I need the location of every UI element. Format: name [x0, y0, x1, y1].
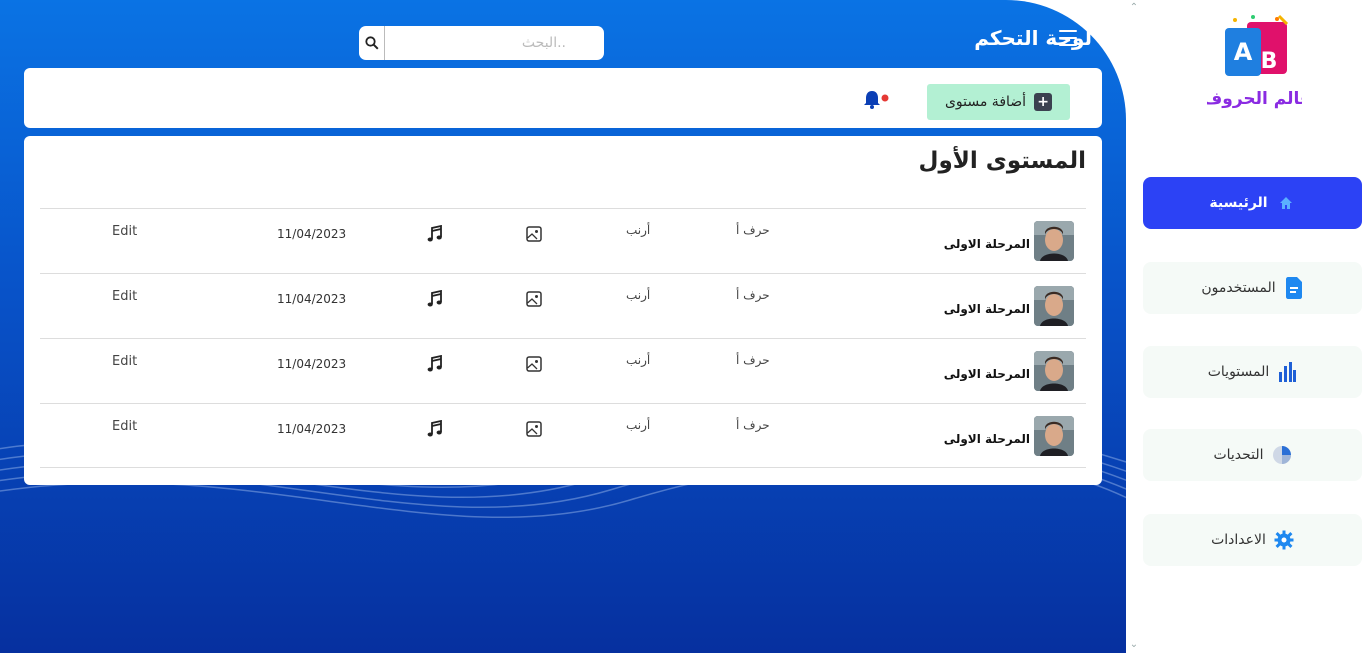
logo-text: عالم الحروف — [1207, 89, 1302, 109]
stage-name: المرحلة الاولى — [943, 432, 1030, 446]
notification-dot — [881, 94, 889, 102]
letter-cell: حرف أ — [736, 353, 770, 367]
scroll-down-arrow[interactable]: ⌄ — [1128, 640, 1140, 650]
search-input[interactable] — [385, 28, 604, 58]
music-icon[interactable] — [427, 355, 443, 373]
edit-link[interactable]: Edit — [112, 289, 137, 304]
word-cell: أرنب — [626, 288, 651, 302]
music-icon[interactable] — [427, 420, 443, 438]
date-cell: 11/04/2023 — [277, 292, 347, 306]
card-title: المستوى الأول — [918, 148, 1086, 174]
sidebar-item-users[interactable]: المستخدمون — [1143, 262, 1362, 314]
music-icon[interactable] — [427, 290, 443, 308]
sidebar-item-label: المستخدمون — [1201, 280, 1276, 296]
action-bar: + أضافة مستوى — [24, 68, 1102, 128]
sidebar-item-settings[interactable]: الاعدادات — [1143, 514, 1362, 566]
sidebar-item-label: التحديات — [1213, 447, 1264, 463]
bell-icon[interactable] — [862, 88, 892, 110]
sidebar-item-label: المستويات — [1207, 364, 1270, 380]
search-box — [359, 26, 604, 60]
plus-icon: + — [1034, 93, 1053, 111]
music-icon[interactable] — [427, 225, 443, 243]
image-icon[interactable] — [526, 421, 542, 437]
letter-cell: حرف أ — [736, 288, 770, 302]
stage-name: المرحلة الاولى — [943, 367, 1030, 381]
avatar — [1034, 221, 1074, 261]
hamburger-menu-icon[interactable] — [1059, 30, 1077, 46]
table-row: المرحلة الاولى حرف أ أرنب 11/04/2023 Edi… — [40, 338, 1086, 403]
edit-link[interactable]: Edit — [112, 354, 137, 369]
stage-name: المرحلة الاولى — [943, 302, 1030, 316]
word-cell: أرنب — [626, 353, 651, 367]
table-row: المرحلة الاولى حرف أ أرنب 11/04/2023 Edi… — [40, 273, 1086, 338]
avatar — [1034, 351, 1074, 391]
app-logo: A B عالم الحروف — [1207, 14, 1302, 109]
sidebar-item-label: الاعدادات — [1211, 532, 1266, 548]
document-icon — [1284, 277, 1304, 299]
table-row: المرحلة الاولى حرف أ أرنب 11/04/2023 Edi… — [40, 208, 1086, 273]
sidebar-item-challenges[interactable]: التحديات — [1143, 429, 1362, 481]
date-cell: 11/04/2023 — [277, 422, 347, 436]
letter-cell: حرف أ — [736, 223, 770, 237]
search-button[interactable] — [359, 26, 385, 60]
bar-chart-icon — [1277, 362, 1297, 382]
add-level-button[interactable]: + أضافة مستوى — [927, 84, 1070, 120]
sidebar-item-label: الرئيسية — [1209, 195, 1268, 211]
avatar — [1034, 416, 1074, 456]
edit-link[interactable]: Edit — [112, 224, 137, 239]
stages-table: المرحلة الاولى حرف أ أرنب 11/04/2023 Edi… — [40, 208, 1086, 468]
edit-link[interactable]: Edit — [112, 419, 137, 434]
sidebar-item-home[interactable]: الرئيسية — [1143, 177, 1362, 229]
pie-chart-icon — [1272, 445, 1292, 465]
logo-letter-b: B — [1261, 49, 1278, 74]
image-icon[interactable] — [526, 291, 542, 307]
letter-cell: حرف أ — [736, 418, 770, 432]
date-cell: 11/04/2023 — [277, 357, 347, 371]
avatar — [1034, 286, 1074, 326]
logo-letter-a: A — [1234, 38, 1253, 66]
sidebar-item-levels[interactable]: المستويات — [1143, 346, 1362, 398]
stage-name: المرحلة الاولى — [943, 237, 1030, 251]
image-icon[interactable] — [526, 226, 542, 242]
home-icon — [1276, 193, 1296, 213]
search-icon — [364, 36, 379, 50]
word-cell: أرنب — [626, 418, 651, 432]
scroll-up-arrow[interactable]: ⌃ — [1128, 3, 1140, 13]
gear-icon — [1274, 530, 1294, 550]
word-cell: أرنب — [626, 223, 651, 237]
table-row: المرحلة الاولى حرف أ أرنب 11/04/2023 Edi… — [40, 403, 1086, 468]
date-cell: 11/04/2023 — [277, 227, 347, 241]
add-level-label: أضافة مستوى — [944, 94, 1027, 110]
image-icon[interactable] — [526, 356, 542, 372]
level-card: المستوى الأول المرحلة الاولى حرف أ أرنب … — [24, 136, 1102, 485]
